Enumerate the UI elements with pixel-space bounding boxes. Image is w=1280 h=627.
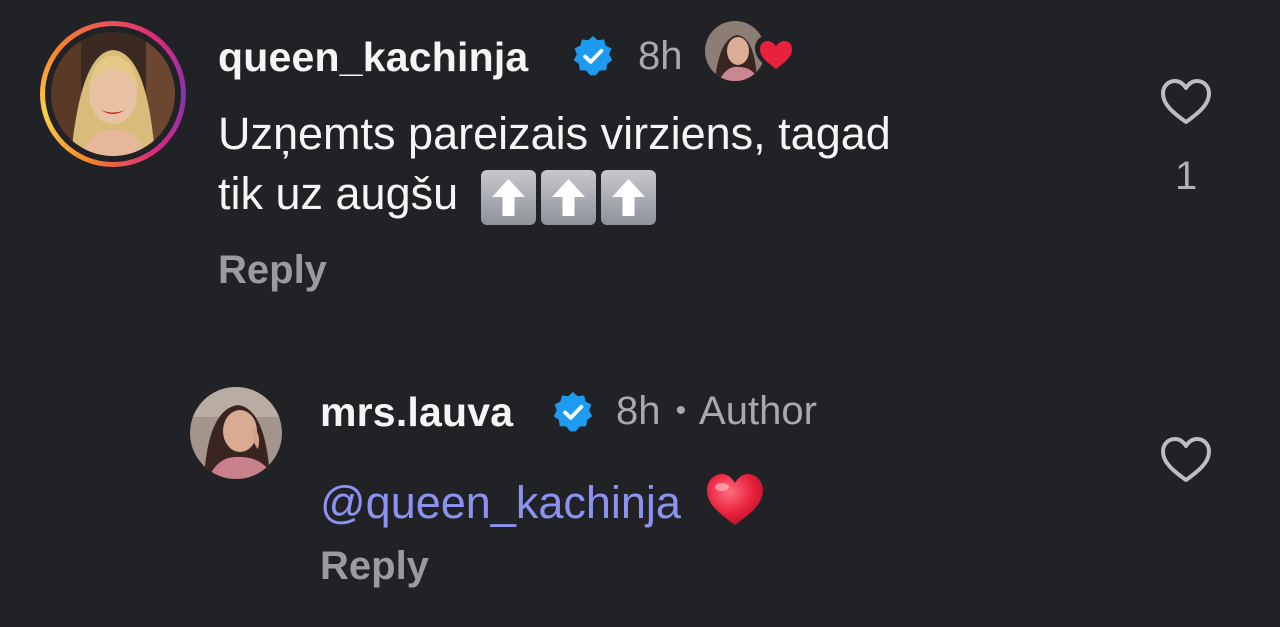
reply-reply-button[interactable]: Reply (320, 544, 429, 589)
commenter-username[interactable]: queen_kachinja (218, 34, 528, 81)
comment-reply-button[interactable]: Reply (218, 248, 327, 293)
comment-text-line1: Uzņemts pareizais virziens, tagad (218, 108, 891, 159)
up-arrow-emoji (480, 169, 536, 225)
comment-like-heart-icon[interactable] (1158, 76, 1214, 128)
commenter-avatar-photo (51, 32, 175, 156)
comment-text-line2: tik uz augšu (218, 168, 459, 219)
verified-badge-icon (573, 36, 613, 76)
comment-text-line2-wrap: tik uz augšu (218, 164, 661, 225)
meta-separator: • (675, 394, 687, 427)
reply-meta: 8h • Author (616, 389, 817, 434)
commenter-avatar[interactable] (40, 21, 186, 167)
reply-username[interactable]: mrs.lauva (320, 389, 513, 436)
comment-time: 8h (638, 34, 683, 78)
red-heart-emoji (707, 474, 764, 525)
reply-author-avatar[interactable] (190, 387, 282, 479)
up-arrow-emoji (540, 169, 596, 225)
verified-badge-icon (553, 392, 593, 432)
mention-link[interactable]: @queen_kachinja (320, 477, 681, 528)
reply-text: @queen_kachinja (320, 462, 765, 529)
reply-time: 8h (616, 389, 661, 433)
up-arrow-emoji (600, 169, 656, 225)
comment-like-count: 1 (1175, 154, 1198, 198)
author-badge: Author (699, 389, 817, 433)
author-liked-heart-icon (755, 36, 797, 74)
reply-like-heart-icon[interactable] (1158, 434, 1214, 486)
